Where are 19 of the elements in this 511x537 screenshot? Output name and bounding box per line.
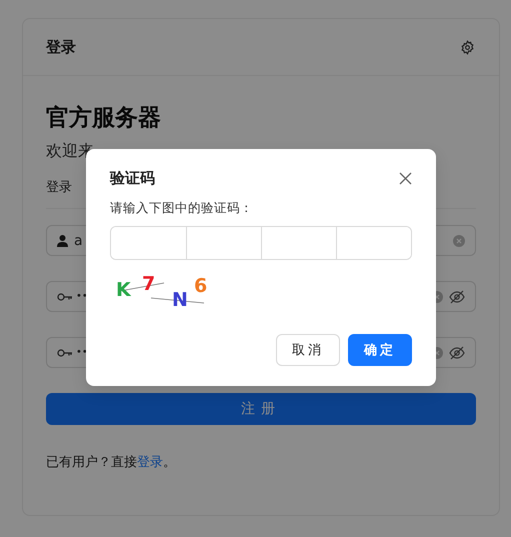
key-icon — [57, 348, 73, 358]
cancel-button[interactable]: 取消 — [276, 334, 340, 366]
server-heading: 官方服务器 — [46, 104, 162, 133]
login-prompt: 已有用户？直接登录。 — [46, 454, 177, 471]
field-value: •• — [76, 347, 88, 358]
settings-icon[interactable] — [460, 40, 475, 54]
eye-off-icon[interactable] — [449, 346, 465, 360]
captcha-character: 6 — [194, 275, 208, 297]
field-value: •• — [76, 291, 88, 302]
card-title: 登录 — [46, 38, 76, 56]
close-button[interactable] — [399, 172, 412, 185]
field-value: a — [74, 232, 83, 248]
login-link[interactable]: 登录 — [137, 455, 163, 470]
eye-off-icon[interactable] — [449, 290, 465, 304]
code-input[interactable] — [336, 227, 411, 259]
confirm-button[interactable]: 确定 — [348, 334, 412, 366]
register-button[interactable]: 注册 — [46, 393, 476, 425]
user-icon — [57, 234, 68, 246]
key-icon — [57, 292, 73, 302]
